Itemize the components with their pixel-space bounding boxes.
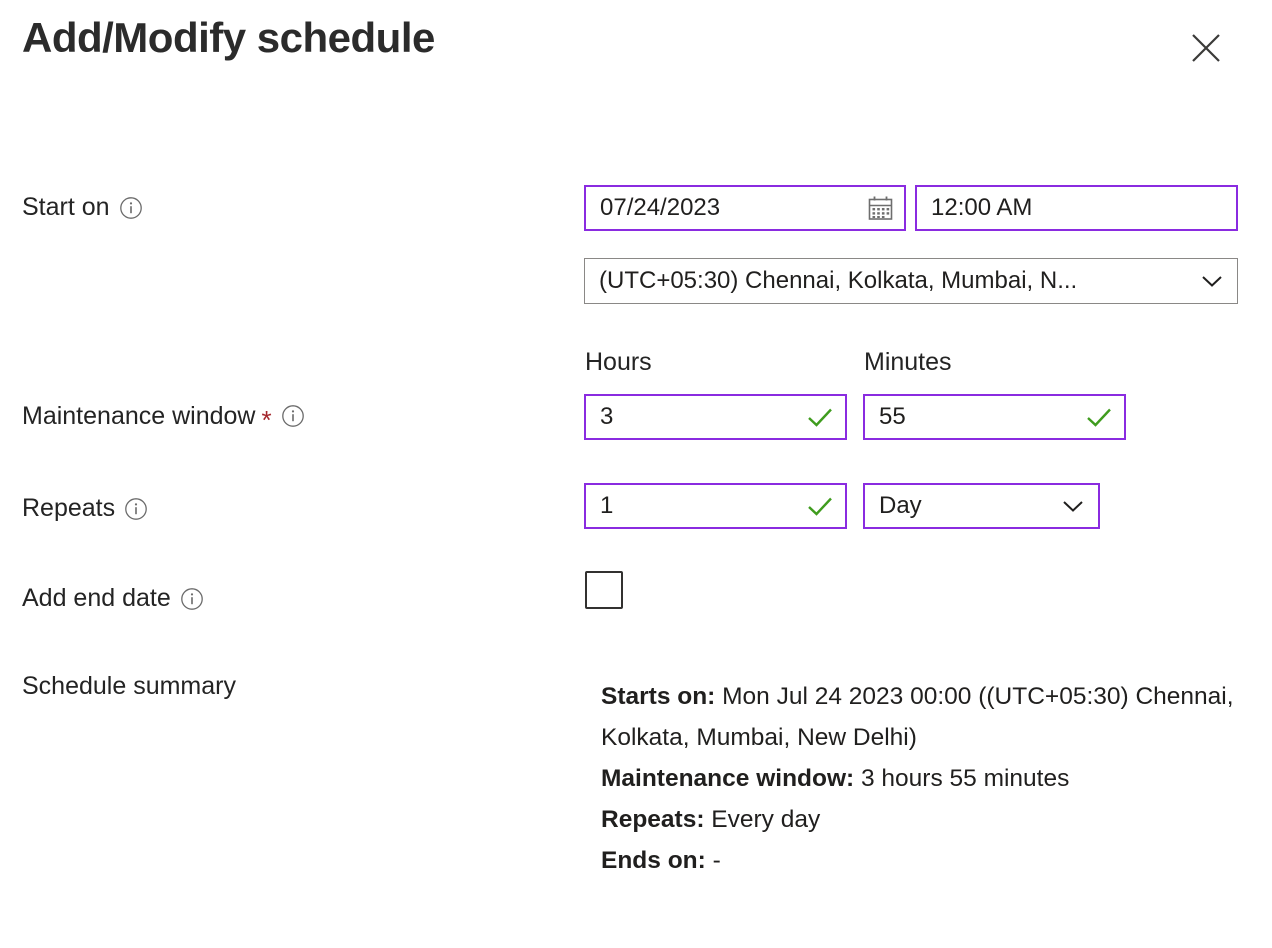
close-icon bbox=[1189, 31, 1223, 65]
start-on-label: Start on bbox=[22, 193, 110, 221]
checkmark-icon bbox=[805, 405, 835, 429]
timezone-value: (UTC+05:30) Chennai, Kolkata, Mumbai, N.… bbox=[599, 269, 1078, 293]
schedule-summary-text: Starts on: Mon Jul 24 2023 00:00 ((UTC+0… bbox=[601, 676, 1241, 881]
chevron-down-icon bbox=[1197, 271, 1227, 291]
hours-input[interactable]: 3 bbox=[584, 394, 847, 440]
checkmark-icon bbox=[805, 494, 835, 518]
repeats-label: Repeats bbox=[22, 494, 116, 522]
minutes-input[interactable]: 55 bbox=[863, 394, 1126, 440]
info-icon[interactable] bbox=[119, 196, 143, 220]
add-end-date-label: Add end date bbox=[22, 584, 171, 612]
summary-title-ends-on: Ends on: bbox=[601, 847, 706, 874]
start-date-input[interactable]: 07/24/2023 bbox=[584, 185, 906, 231]
timezone-dropdown[interactable]: (UTC+05:30) Chennai, Kolkata, Mumbai, N.… bbox=[584, 258, 1238, 304]
summary-value-maintenance-window: 3 hours 55 minutes bbox=[854, 765, 1070, 792]
schedule-summary-label: Schedule summary bbox=[22, 672, 236, 700]
calendar-icon[interactable] bbox=[867, 195, 894, 222]
close-button[interactable] bbox=[1182, 26, 1230, 70]
repeat-unit-dropdown[interactable]: Day bbox=[863, 483, 1100, 529]
minutes-value: 55 bbox=[879, 405, 906, 429]
maintenance-window-label: Maintenance window bbox=[22, 401, 256, 430]
start-on-label-group: Start on bbox=[22, 195, 143, 220]
chevron-down-icon bbox=[1058, 496, 1088, 516]
repeat-count-value: 1 bbox=[600, 494, 614, 518]
repeat-unit-value: Day bbox=[879, 494, 922, 518]
start-date-value: 07/24/2023 bbox=[600, 196, 721, 220]
summary-title-maintenance-window: Maintenance window: bbox=[601, 765, 855, 792]
hours-value: 3 bbox=[600, 405, 614, 429]
repeat-count-input[interactable]: 1 bbox=[584, 483, 847, 529]
repeats-label-group: Repeats bbox=[22, 496, 148, 521]
minutes-column-label: Minutes bbox=[864, 348, 952, 376]
start-time-value: 12:00 AM bbox=[931, 196, 1033, 220]
required-asterisk: * bbox=[261, 405, 272, 435]
checkmark-icon bbox=[1084, 405, 1114, 429]
add-end-date-checkbox[interactable] bbox=[585, 571, 623, 609]
page-title: Add/Modify schedule bbox=[22, 14, 435, 61]
summary-line-repeats: Repeats: Every day bbox=[601, 799, 1241, 840]
summary-value-repeats: Every day bbox=[704, 806, 821, 833]
panel-header: Add/Modify schedule bbox=[0, 0, 1272, 100]
maintenance-window-label-group: Maintenance window * bbox=[22, 401, 305, 433]
summary-line-maintenance-window: Maintenance window: 3 hours 55 minutes bbox=[601, 758, 1241, 799]
info-icon[interactable] bbox=[180, 587, 204, 611]
summary-line-starts-on: Starts on: Mon Jul 24 2023 00:00 ((UTC+0… bbox=[601, 676, 1241, 758]
summary-value-ends-on: - bbox=[705, 847, 721, 874]
summary-title-repeats: Repeats: bbox=[601, 806, 705, 833]
info-icon[interactable] bbox=[281, 404, 305, 428]
add-end-date-label-group: Add end date bbox=[22, 586, 204, 611]
hours-column-label: Hours bbox=[585, 348, 652, 376]
info-icon[interactable] bbox=[124, 497, 148, 521]
summary-title-starts-on: Starts on: bbox=[601, 683, 716, 710]
start-time-input[interactable]: 12:00 AM bbox=[915, 185, 1238, 231]
summary-line-ends-on: Ends on: - bbox=[601, 840, 1241, 881]
schedule-summary-label-group: Schedule summary bbox=[22, 674, 236, 699]
